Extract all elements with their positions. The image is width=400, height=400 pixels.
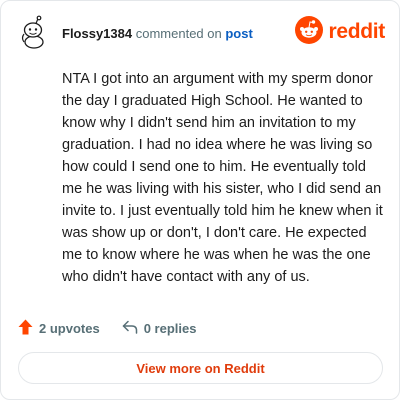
replies-stat[interactable]: 0 replies <box>122 320 197 337</box>
comment-footer: 2 upvotes 0 replies <box>18 317 218 339</box>
commented-on-text: commented on <box>135 26 222 41</box>
upvotes-stat[interactable]: 2 upvotes <box>18 319 100 338</box>
reply-arrow-icon <box>122 320 138 337</box>
reddit-brand[interactable]: reddit <box>295 15 385 49</box>
reddit-logo-icon <box>295 15 324 49</box>
comment-header: Flossy1384 commented on post reddit <box>17 15 387 51</box>
reddit-comment-card: Flossy1384 commented on post reddit NTA … <box>0 0 400 400</box>
upvote-arrow-icon <box>18 319 33 338</box>
username-link[interactable]: Flossy1384 <box>62 26 132 41</box>
upvotes-count: 2 upvotes <box>39 320 100 336</box>
replies-count: 0 replies <box>143 320 197 336</box>
reddit-wordmark: reddit <box>328 20 385 43</box>
snoo-avatar-icon[interactable] <box>17 15 51 49</box>
comment-meta: Flossy1384 commented on post <box>62 26 253 42</box>
comment-body: NTA I got into an argument with my sperm… <box>62 71 383 285</box>
post-link[interactable]: post <box>225 26 252 41</box>
view-more-on-reddit-button[interactable]: View more on Reddit <box>18 352 383 384</box>
